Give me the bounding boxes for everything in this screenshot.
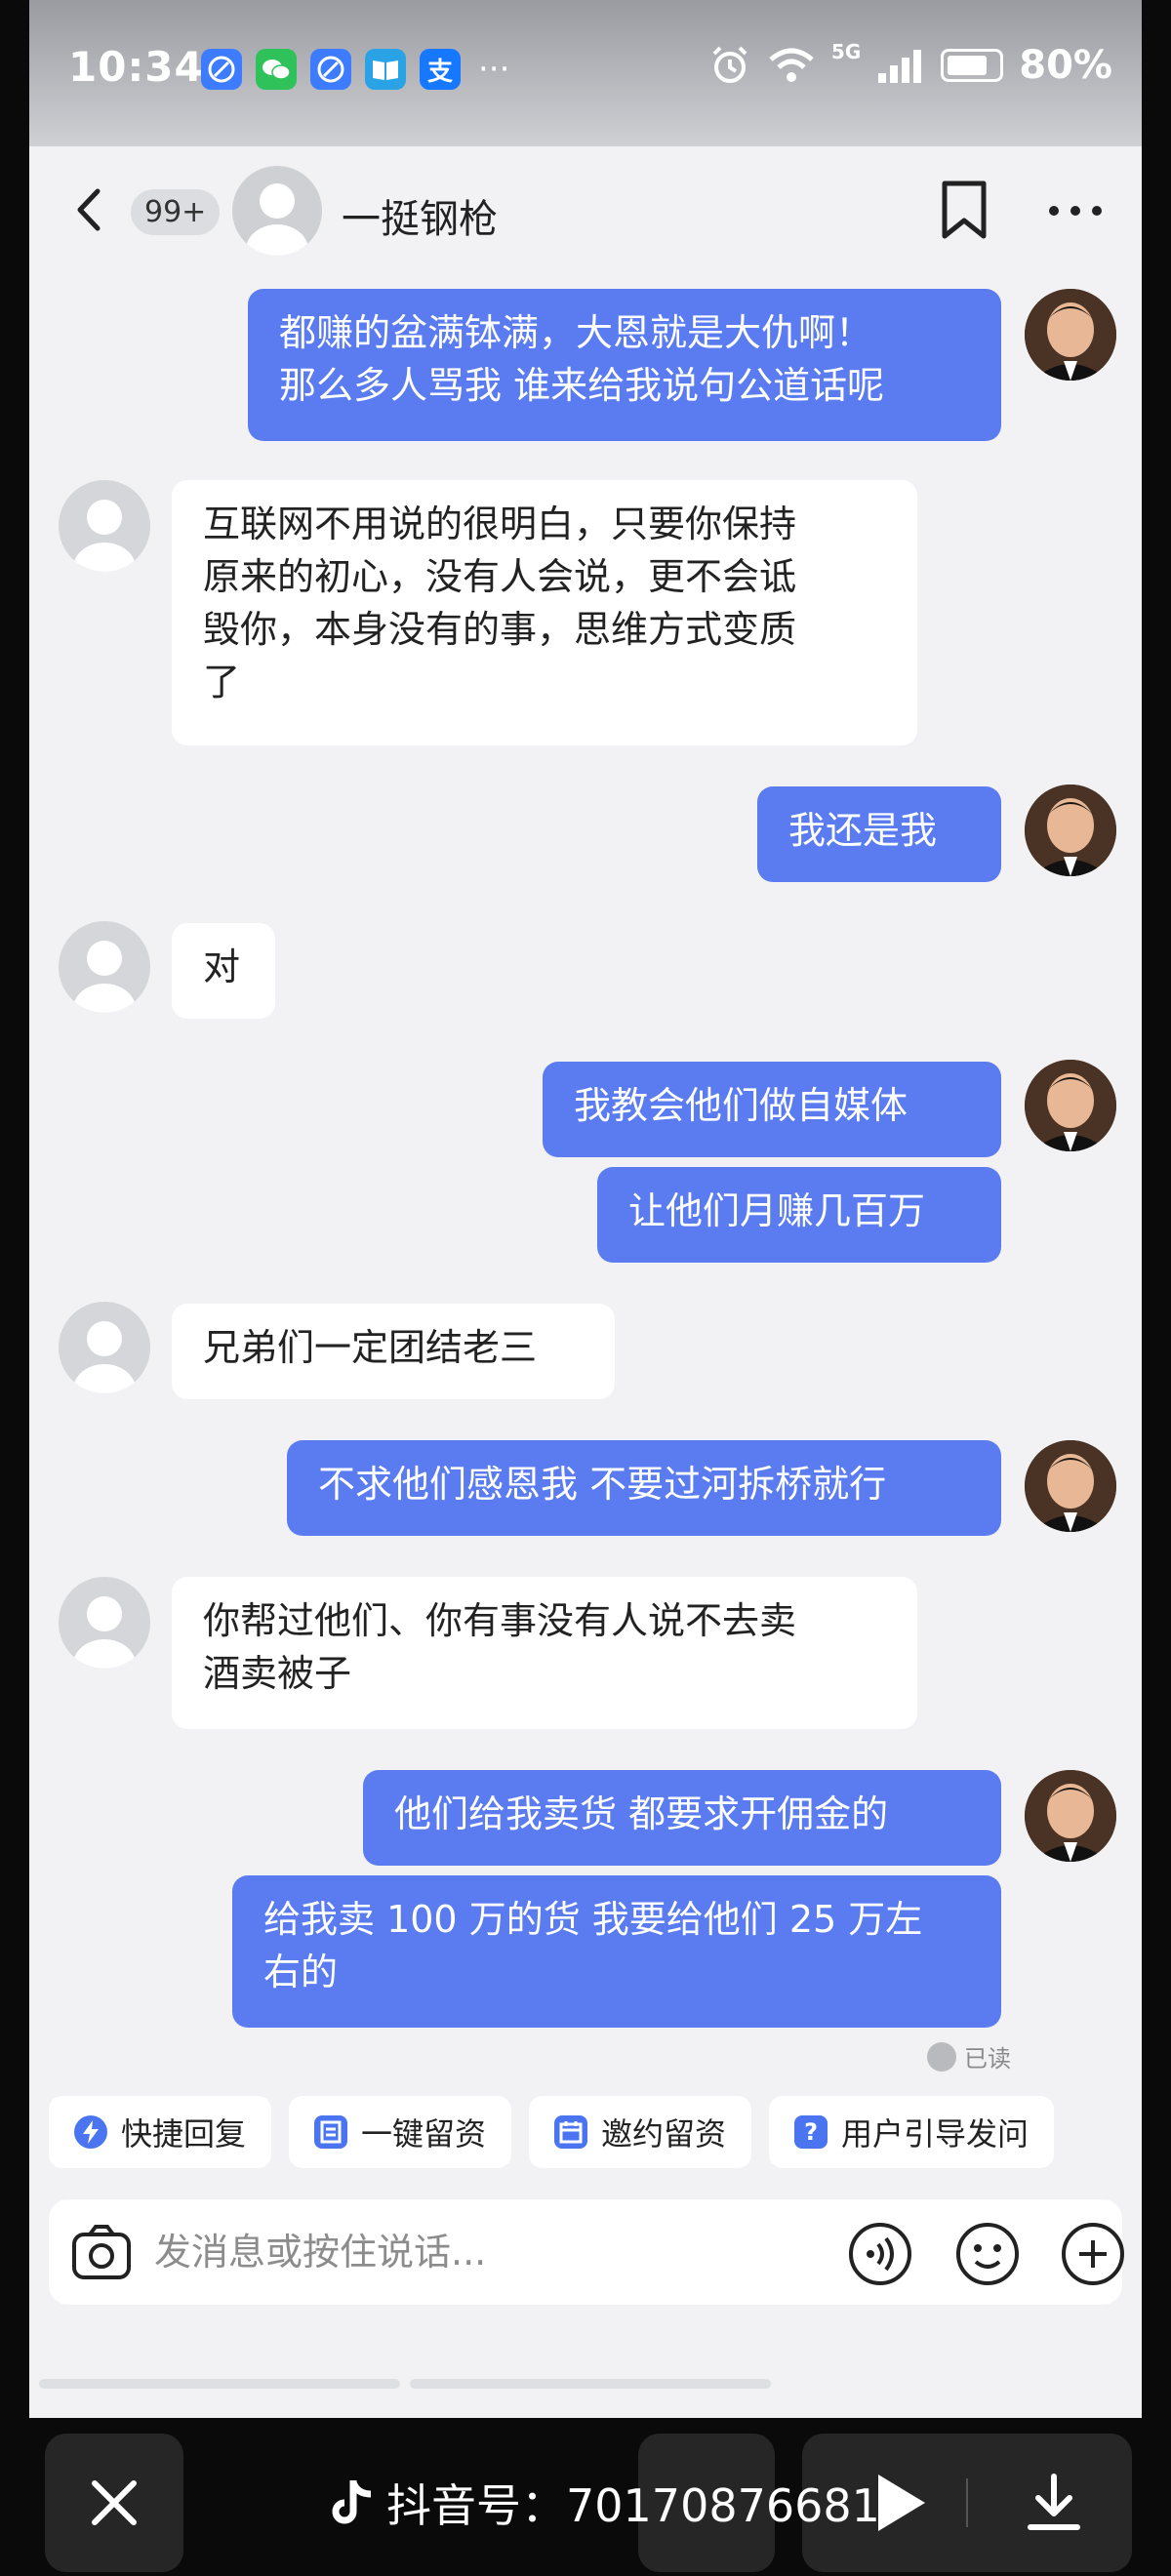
message-input-bar bbox=[49, 2199, 1124, 2305]
my-avatar[interactable] bbox=[1025, 1770, 1116, 1862]
camera-icon[interactable] bbox=[70, 2221, 133, 2283]
read-receipt-label: 已读 bbox=[964, 2045, 1011, 2073]
screen-frame: 10:34 支 ··· 5G 80% 99+ 一挺钢枪 都赚的盆满钵满，大恩就是… bbox=[0, 0, 1171, 2576]
message-bubble-outgoing[interactable]: 让他们月赚几百万 bbox=[597, 1167, 1001, 1263]
form-icon bbox=[314, 2115, 348, 2149]
voice-icon[interactable] bbox=[847, 2221, 913, 2287]
signal-icon bbox=[878, 50, 922, 83]
download-icon[interactable] bbox=[1025, 2473, 1083, 2533]
contact-message-avatar[interactable] bbox=[59, 1577, 150, 1669]
my-avatar[interactable] bbox=[1025, 1060, 1116, 1151]
contact-message-avatar[interactable] bbox=[59, 921, 150, 1013]
contact-avatar[interactable] bbox=[232, 166, 322, 256]
status-more-dots: ··· bbox=[478, 50, 510, 89]
contact-message-avatar[interactable] bbox=[59, 480, 150, 572]
lightning-icon bbox=[74, 2115, 107, 2149]
more-options-icon[interactable] bbox=[1044, 199, 1107, 222]
add-icon[interactable] bbox=[1060, 2221, 1126, 2287]
read-receipt-icon bbox=[927, 2041, 956, 2072]
quick-action-bar: 快捷回复 一键留资 邀约留资 ? 用户引导发问 bbox=[49, 2096, 1055, 2168]
one-click-lead-label: 一键留资 bbox=[361, 2115, 487, 2153]
back-arrow-icon[interactable] bbox=[66, 185, 115, 234]
browser-app-icon-2 bbox=[310, 49, 351, 90]
status-app-icons: 支 ··· bbox=[201, 49, 509, 90]
message-bubble-incoming[interactable]: 兄弟们一定团结老三 bbox=[172, 1304, 615, 1399]
chat-header: 99+ 一挺钢枪 bbox=[29, 156, 1142, 263]
message-bubble-outgoing[interactable]: 我教会他们做自媒体 bbox=[543, 1062, 1001, 1157]
page-indicator-bar bbox=[39, 2379, 400, 2389]
message-bubble-outgoing[interactable]: 都赚的盆满钵满，大恩就是大仇啊！ 那么多人骂我 谁来给我说句公道话呢 bbox=[248, 289, 1001, 441]
message-input[interactable] bbox=[154, 2223, 759, 2281]
contact-message-avatar[interactable] bbox=[59, 1302, 150, 1393]
battery-percent: 80% bbox=[1019, 43, 1112, 88]
message-bubble-outgoing[interactable]: 不求他们感恩我 不要过河拆桥就行 bbox=[287, 1440, 1001, 1536]
my-avatar[interactable] bbox=[1025, 1440, 1116, 1532]
message-bubble-outgoing[interactable]: 他们给我卖货 都要求开佣金的 bbox=[363, 1770, 1001, 1866]
calendar-icon bbox=[554, 2115, 588, 2149]
my-avatar[interactable] bbox=[1025, 289, 1116, 381]
wechat-app-icon bbox=[256, 49, 297, 90]
browser-app-icon bbox=[201, 49, 242, 90]
status-right-group: 5G 80% bbox=[708, 40, 1112, 88]
message-bubble-outgoing[interactable]: 给我卖 100 万的货 我要给他们 25 万左 右的 bbox=[232, 1875, 1001, 2028]
question-icon: ? bbox=[794, 2115, 828, 2149]
battery-icon bbox=[941, 49, 1004, 82]
emoji-icon[interactable] bbox=[954, 2221, 1021, 2287]
unread-badge: 99+ bbox=[131, 189, 221, 235]
alarm-icon bbox=[712, 46, 747, 83]
user-guide-question-button[interactable]: ? 用户引导发问 bbox=[769, 2096, 1055, 2168]
invite-lead-button[interactable]: 邀约留资 bbox=[529, 2096, 752, 2168]
close-button[interactable] bbox=[45, 2434, 183, 2572]
reader-app-icon bbox=[365, 49, 406, 90]
video-bottom-bar: 抖音号：70170876681 bbox=[0, 2420, 1171, 2576]
read-receipt: 已读 bbox=[927, 2039, 1011, 2073]
one-click-lead-button[interactable]: 一键留资 bbox=[289, 2096, 512, 2168]
douyin-id-text: 抖音号：70170876681 bbox=[386, 2479, 880, 2532]
douyin-logo-icon bbox=[332, 2480, 372, 2524]
phone-screen: 10:34 支 ··· 5G 80% 99+ 一挺钢枪 都赚的盆满钵满，大恩就是… bbox=[29, 0, 1142, 2418]
wifi-icon bbox=[769, 48, 814, 82]
page-indicator-bar bbox=[410, 2379, 771, 2389]
my-avatar[interactable] bbox=[1025, 785, 1116, 876]
message-bubble-outgoing[interactable]: 我还是我 bbox=[757, 786, 1001, 882]
invite-lead-label: 邀约留资 bbox=[601, 2115, 727, 2153]
status-bar: 10:34 支 ··· 5G 80% bbox=[29, 0, 1142, 146]
user-guide-question-label: 用户引导发问 bbox=[841, 2115, 1030, 2153]
status-time: 10:34 bbox=[68, 43, 204, 91]
message-bubble-incoming[interactable]: 互联网不用说的很明白，只要你保持 原来的初心，没有人会说，更不会诋 毁你，本身没… bbox=[172, 480, 917, 745]
divider bbox=[966, 2478, 968, 2527]
contact-name[interactable]: 一挺钢枪 bbox=[342, 187, 498, 244]
message-bubble-incoming[interactable]: 你帮过他们、你有事没有人说不去卖 酒卖被子 bbox=[172, 1577, 917, 1729]
bookmark-icon[interactable] bbox=[937, 180, 991, 240]
douyin-id-watermark: 抖音号：70170876681 bbox=[332, 2471, 880, 2535]
alipay-app-icon: 支 bbox=[420, 49, 461, 90]
quick-reply-button[interactable]: 快捷回复 bbox=[49, 2096, 272, 2168]
quick-reply-label: 快捷回复 bbox=[121, 2115, 247, 2153]
message-bubble-incoming[interactable]: 对 bbox=[172, 923, 275, 1019]
network-type: 5G bbox=[830, 40, 862, 63]
close-icon bbox=[92, 2480, 137, 2525]
